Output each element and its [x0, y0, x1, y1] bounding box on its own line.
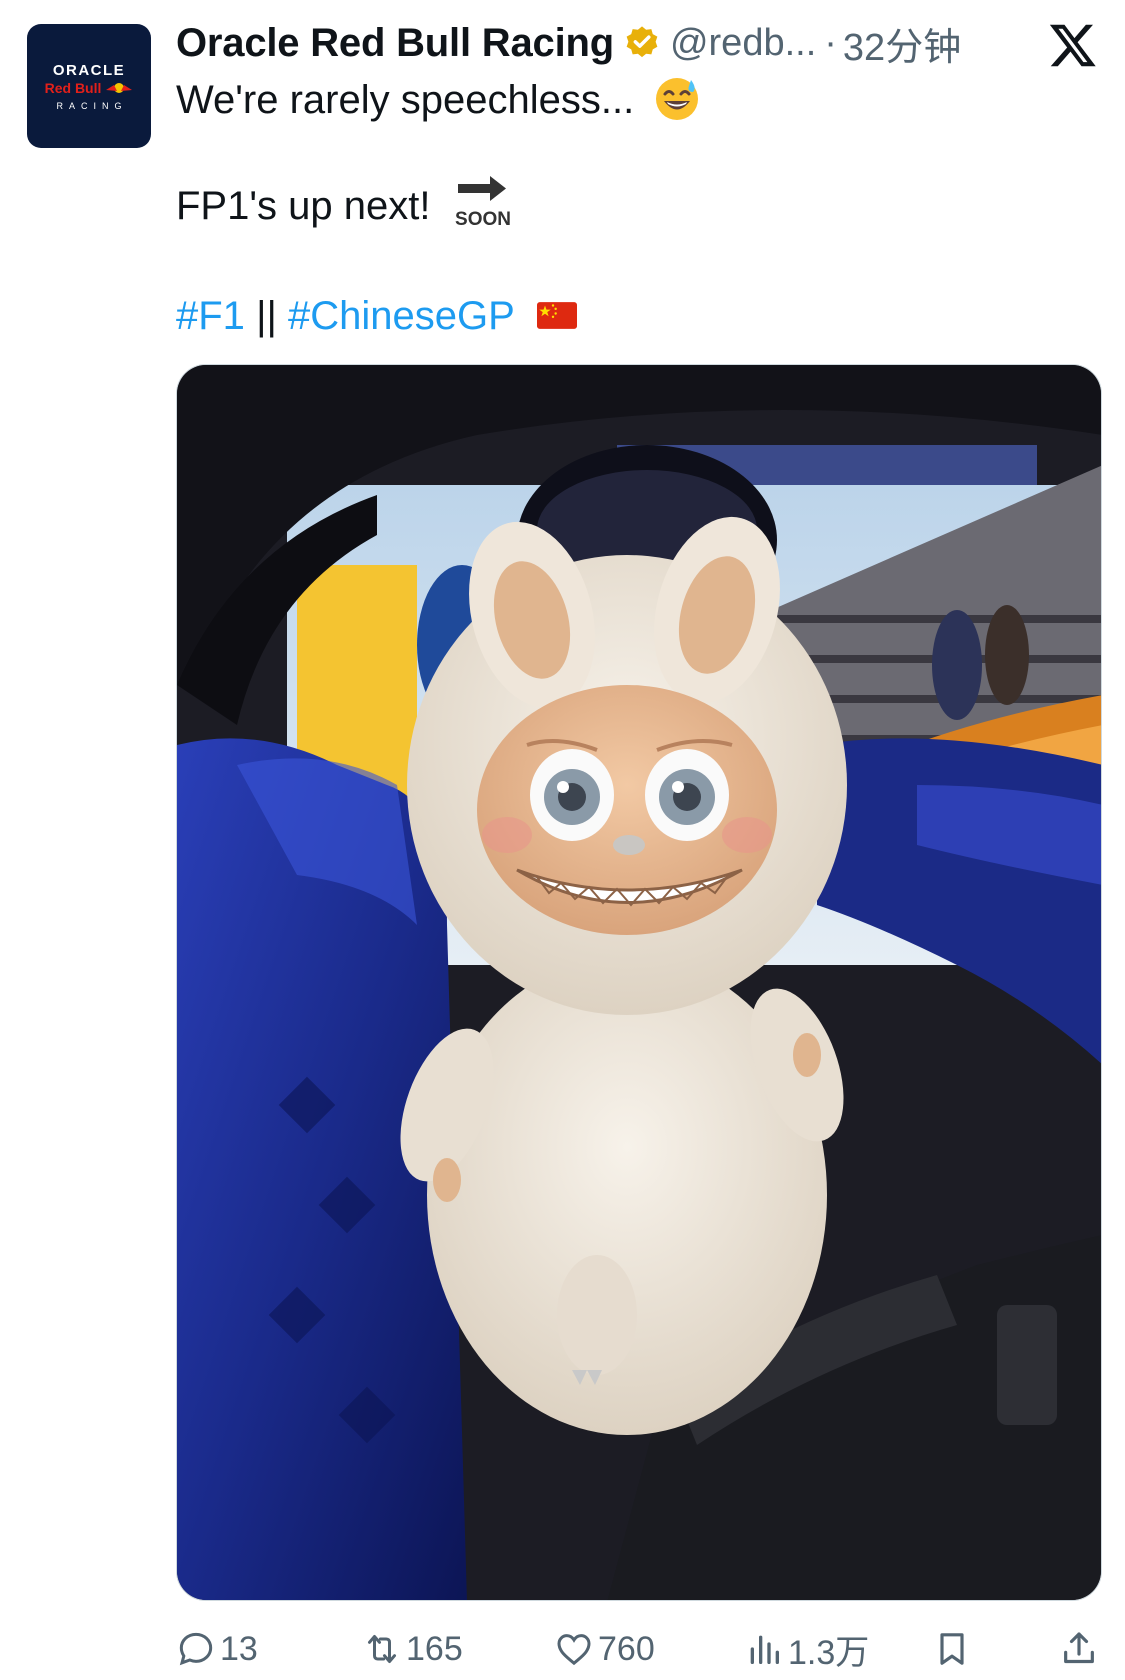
avatar-logo-redbull: Red Bull — [45, 80, 134, 96]
tweet-header: Oracle Red Bull Racing @redb... · 32分钟 — [176, 14, 1006, 72]
tweet-text-1: We're rarely speechless... — [176, 78, 635, 122]
avatar-logo-redbull-text: Red Bull — [44, 79, 102, 96]
photo-labubu-in-car — [177, 365, 1101, 1600]
hashtag-f1[interactable]: #F1 — [176, 294, 245, 338]
tweet-text-2: FP1's up next! — [176, 184, 431, 228]
x-logo-icon — [1049, 24, 1096, 67]
tweet-text-line2: FP1's up next! SOON — [176, 176, 512, 232]
reply-button[interactable]: 13 — [176, 1624, 258, 1674]
views-icon — [750, 1635, 779, 1664]
hashtag-divider: || — [256, 294, 277, 338]
views-count: 1.3万 — [788, 1633, 870, 1672]
share-icon — [1064, 1632, 1094, 1664]
sweat-smile-emoji — [656, 78, 699, 121]
account-avatar[interactable]: ORACLE Red Bull RACING — [27, 24, 151, 148]
bookmark-button[interactable] — [932, 1624, 972, 1674]
retweet-icon — [368, 1635, 396, 1663]
time-separator: · — [824, 21, 837, 64]
share-button[interactable] — [1059, 1624, 1099, 1674]
account-handle[interactable]: @redb... — [670, 22, 816, 65]
avatar-logo-oracle: ORACLE — [52, 61, 126, 79]
retweet-button[interactable]: 165 — [362, 1624, 463, 1674]
account-name[interactable]: Oracle Red Bull Racing — [176, 21, 614, 66]
bull-icon — [106, 82, 133, 93]
soon-label: SOON — [455, 209, 511, 228]
hashtag-chinesegp[interactable]: #ChineseGP — [288, 294, 514, 338]
like-count: 760 — [598, 1629, 655, 1668]
china-flag-emoji — [537, 302, 578, 329]
tweet-hashtags: #F1 || #ChineseGP — [176, 290, 578, 342]
tweet-text-line1: We're rarely speechless... — [176, 74, 701, 126]
reply-icon — [179, 1632, 213, 1666]
like-button[interactable]: 760 — [554, 1624, 655, 1674]
retweet-count: 165 — [406, 1629, 463, 1668]
avatar-logo-racing: RACING — [56, 100, 128, 111]
post-time[interactable]: 32分钟 — [843, 16, 961, 71]
tweet-photo[interactable] — [176, 364, 1102, 1601]
soon-arrow-emoji: SOON — [455, 176, 511, 228]
like-icon — [557, 1634, 591, 1666]
views-button[interactable]: 1.3万 — [744, 1624, 869, 1674]
tweet-action-bar: 13 165 760 1.3万 — [176, 1624, 1096, 1674]
bookmark-icon — [940, 1633, 964, 1665]
reply-count: 13 — [220, 1629, 258, 1668]
verified-badge-icon[interactable] — [623, 24, 661, 62]
